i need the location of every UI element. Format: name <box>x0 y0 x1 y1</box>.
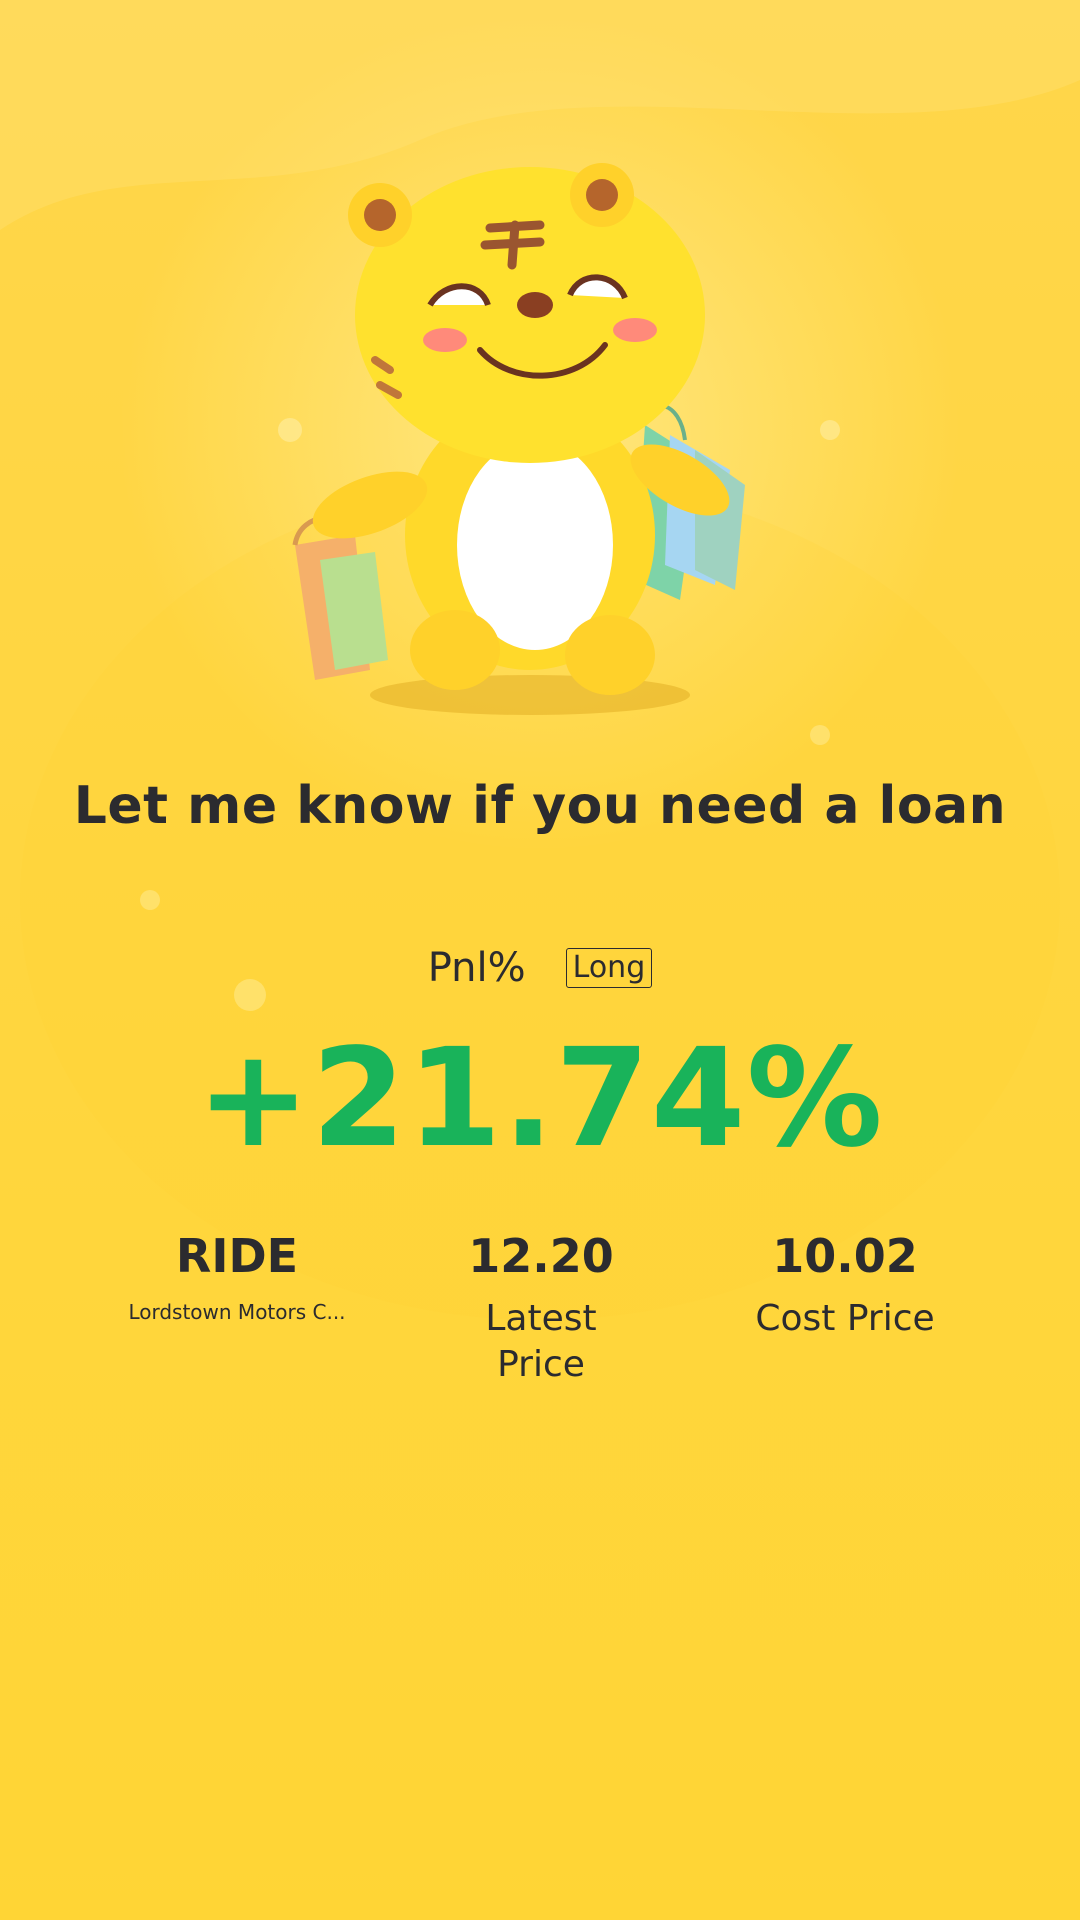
pnl-percentage: +21.74% <box>196 1020 884 1178</box>
stock-symbol: RIDE <box>175 1229 299 1283</box>
position-type-badge: Long <box>565 948 653 988</box>
stock-name: Lordstown Motors C... <box>128 1300 346 1324</box>
pnl-label: Pnl% <box>427 945 526 991</box>
promo-headline: Let me know if you need a loan <box>73 776 1007 836</box>
stock-info: RIDE Lordstown Motors C... <box>97 1228 377 1324</box>
cost-price-value: 10.02 <box>772 1229 918 1283</box>
cost-price-info: 10.02 Cost Price <box>705 1228 985 1342</box>
shopping-bag-icon <box>292 514 388 680</box>
pnl-header: Pnl% Long <box>0 945 1080 991</box>
latest-price-value: 12.20 <box>468 1229 614 1283</box>
latest-price-label: Latest Price <box>485 1298 597 1385</box>
tiger-mascot-icon <box>292 163 745 715</box>
cost-price-label: Cost Price <box>755 1298 935 1339</box>
latest-price-info: 12.20 Latest Price <box>401 1228 681 1388</box>
